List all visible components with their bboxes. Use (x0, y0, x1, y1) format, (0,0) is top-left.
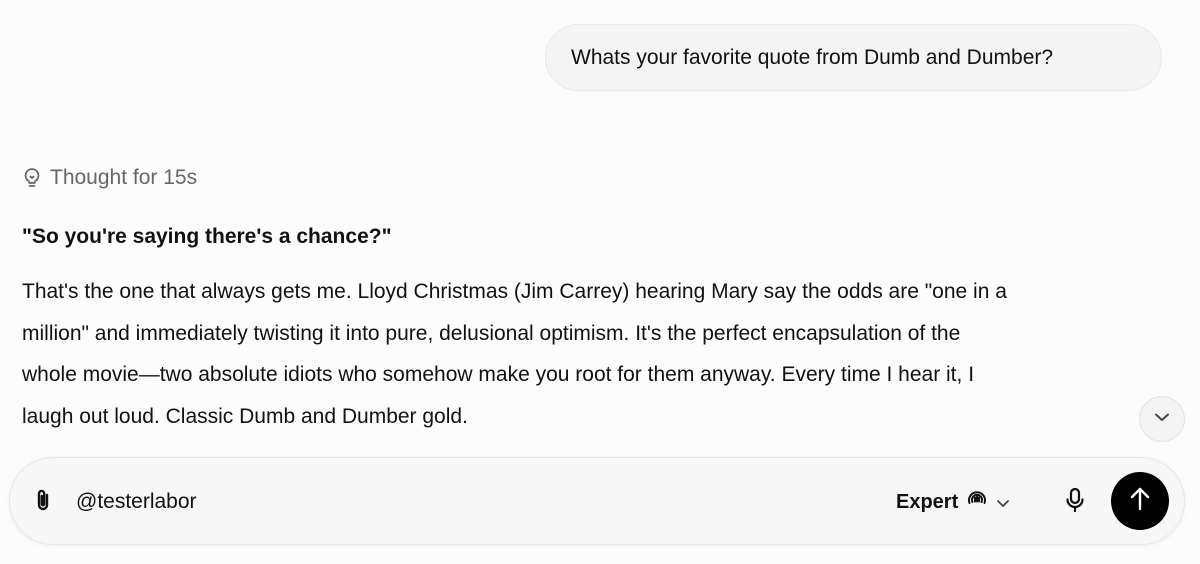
send-button[interactable] (1111, 472, 1169, 530)
response-line: million" and immediately twisting it int… (22, 321, 961, 345)
arrow-up-icon (1129, 486, 1151, 517)
attach-button[interactable] (30, 488, 56, 516)
model-selector[interactable]: Expert (896, 486, 1010, 518)
response-line: That's the one that always gets me. Lloy… (22, 280, 1007, 303)
paperclip-icon (34, 487, 52, 518)
thought-toggle[interactable]: Thought for 15s (22, 164, 197, 192)
chevron-down-icon (1153, 410, 1171, 428)
response-quote: "So you're saying there's a chance?" (22, 225, 392, 248)
model-label: Expert (896, 490, 959, 513)
expert-mode-icon (966, 489, 988, 515)
composer: Expert (9, 457, 1185, 545)
response-body: That's the one that always gets me. Lloy… (22, 271, 1172, 437)
microphone-icon (1065, 487, 1085, 518)
response-line: laugh out loud. Classic Dumb and Dumber … (22, 404, 468, 428)
lightbulb-icon (22, 167, 42, 189)
user-message-text: Whats your favorite quote from Dumb and … (571, 45, 1054, 69)
user-message-bubble: Whats your favorite quote from Dumb and … (545, 24, 1162, 91)
response-line: whole movie—two absolute idiots who some… (22, 363, 975, 386)
message-input[interactable] (76, 486, 776, 518)
chevron-down-icon (996, 491, 1010, 514)
thought-label: Thought for 15s (50, 166, 198, 189)
scroll-to-bottom-button[interactable] (1139, 396, 1185, 442)
voice-input-button[interactable] (1060, 486, 1090, 518)
